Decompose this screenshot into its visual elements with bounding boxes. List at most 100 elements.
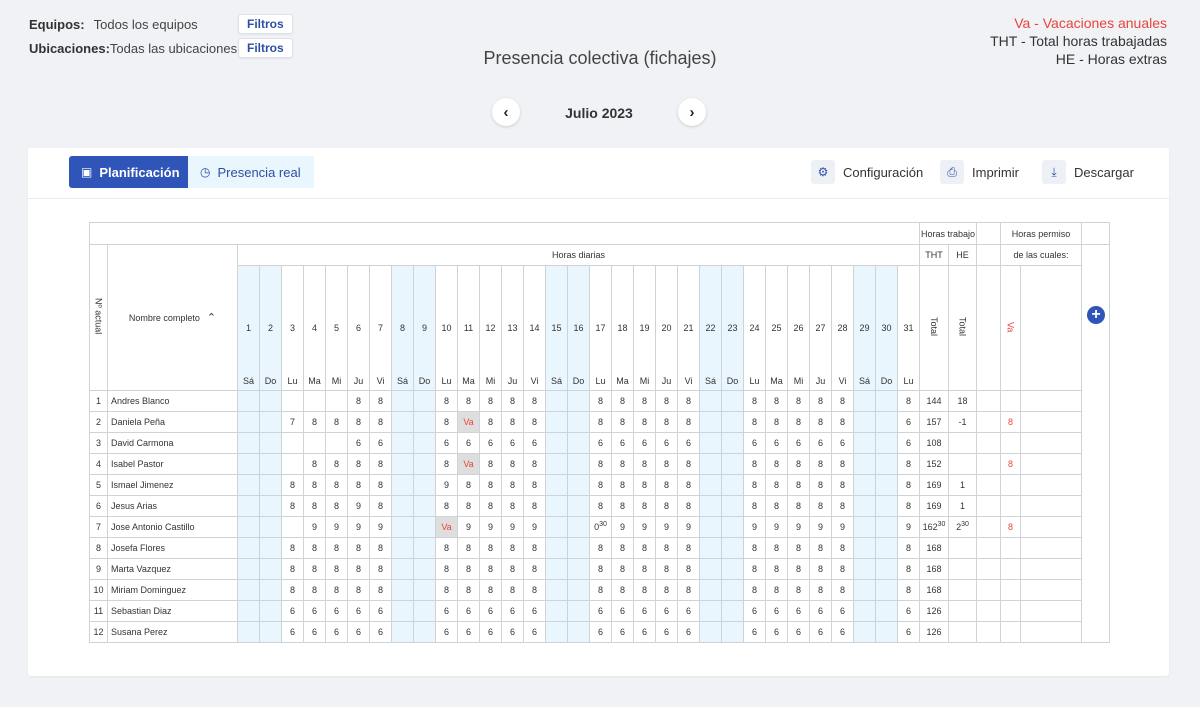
day-hours-cell[interactable]: 8 (809, 495, 832, 517)
day-hours-cell[interactable]: 8 (369, 453, 392, 475)
employee-name[interactable]: Isabel Pastor (107, 453, 238, 475)
day-hours-cell[interactable]: 8 (281, 558, 304, 580)
day-hours-cell[interactable]: 8 (369, 537, 392, 559)
day-hours-cell[interactable]: 8 (765, 474, 788, 496)
day-hours-cell[interactable] (259, 432, 282, 454)
day-hours-cell[interactable] (237, 537, 260, 559)
day-hours-cell[interactable]: 8 (611, 453, 634, 475)
day-hours-cell[interactable] (721, 558, 744, 580)
day-hours-cell[interactable]: 6 (765, 432, 788, 454)
day-hours-cell[interactable]: 8 (611, 579, 634, 601)
day-hours-cell[interactable]: 8 (457, 579, 480, 601)
day-hours-cell[interactable]: 8 (501, 474, 524, 496)
day-hours-cell[interactable]: 8 (479, 390, 502, 412)
day-hours-cell[interactable]: 6 (281, 600, 304, 622)
day-hours-cell[interactable] (721, 537, 744, 559)
day-hours-cell[interactable]: 6 (677, 432, 700, 454)
day-hours-cell[interactable]: 9 (787, 516, 810, 538)
day-hours-cell[interactable]: 6 (831, 621, 854, 643)
day-hours-cell[interactable]: 9 (325, 516, 348, 538)
day-hours-cell[interactable] (325, 432, 348, 454)
day-hours-cell[interactable]: 8 (325, 579, 348, 601)
day-hours-cell[interactable]: 8 (479, 474, 502, 496)
day-hours-cell[interactable] (545, 558, 568, 580)
day-hours-cell[interactable]: 6 (809, 432, 832, 454)
day-hours-cell[interactable]: 8 (589, 474, 612, 496)
day-hours-cell[interactable] (721, 432, 744, 454)
day-hours-cell[interactable]: 8 (435, 558, 458, 580)
day-hours-cell[interactable]: 6 (347, 621, 370, 643)
day-hours-cell[interactable]: 8 (303, 411, 326, 433)
day-hours-cell[interactable] (699, 579, 722, 601)
next-month-button[interactable]: › (678, 98, 706, 126)
day-hours-cell[interactable]: 6 (479, 621, 502, 643)
day-hours-cell[interactable]: 8 (787, 558, 810, 580)
day-hours-cell[interactable]: 8 (347, 390, 370, 412)
day-hours-cell[interactable]: 8 (325, 474, 348, 496)
employee-name[interactable]: Josefa Flores (107, 537, 238, 559)
day-hours-cell[interactable]: 8 (501, 390, 524, 412)
day-hours-cell[interactable]: 8 (303, 579, 326, 601)
day-hours-cell[interactable]: 9 (479, 516, 502, 538)
day-hours-cell[interactable]: 6 (347, 600, 370, 622)
day-hours-cell[interactable] (391, 621, 414, 643)
day-hours-cell[interactable] (699, 600, 722, 622)
day-hours-cell[interactable]: 8 (457, 390, 480, 412)
day-hours-cell[interactable]: 8 (347, 453, 370, 475)
day-hours-cell[interactable]: 9 (523, 516, 546, 538)
day-hours-cell[interactable]: 6 (633, 621, 656, 643)
day-hours-cell[interactable] (567, 516, 590, 538)
day-hours-cell[interactable]: 8 (303, 453, 326, 475)
day-hours-cell[interactable]: 8 (589, 411, 612, 433)
employee-name[interactable]: Sebastian Diaz (107, 600, 238, 622)
day-hours-cell[interactable]: 8 (633, 390, 656, 412)
day-hours-cell[interactable]: 6 (611, 621, 634, 643)
day-hours-cell[interactable]: 8 (589, 579, 612, 601)
day-hours-cell[interactable]: 6 (281, 621, 304, 643)
day-hours-cell[interactable]: 8 (589, 453, 612, 475)
day-hours-cell[interactable] (413, 558, 436, 580)
day-hours-cell[interactable]: 8 (831, 390, 854, 412)
day-hours-cell[interactable]: 8 (633, 453, 656, 475)
day-hours-cell[interactable] (259, 516, 282, 538)
day-hours-cell[interactable]: 9 (677, 516, 700, 538)
day-hours-cell[interactable]: 8 (523, 558, 546, 580)
day-hours-cell[interactable] (721, 600, 744, 622)
day-hours-cell[interactable]: 8 (281, 537, 304, 559)
day-hours-cell[interactable]: 6 (633, 432, 656, 454)
day-hours-cell[interactable]: 8 (501, 558, 524, 580)
day-hours-cell[interactable]: 8 (677, 390, 700, 412)
day-hours-cell[interactable]: 6 (435, 432, 458, 454)
day-hours-cell[interactable]: 8 (611, 495, 634, 517)
day-hours-cell[interactable] (853, 495, 876, 517)
day-hours-cell[interactable]: 8 (457, 474, 480, 496)
day-hours-cell[interactable]: 6 (787, 600, 810, 622)
day-hours-cell[interactable] (303, 390, 326, 412)
day-hours-cell[interactable] (391, 600, 414, 622)
day-hours-cell[interactable]: 8 (501, 453, 524, 475)
day-hours-cell[interactable]: 6 (787, 432, 810, 454)
day-hours-cell[interactable] (567, 453, 590, 475)
day-hours-cell[interactable] (413, 453, 436, 475)
day-hours-cell[interactable]: 9 (743, 516, 766, 538)
day-hours-cell[interactable]: 8 (633, 474, 656, 496)
day-hours-cell[interactable]: 030 (589, 516, 612, 538)
day-hours-cell[interactable]: 6 (809, 621, 832, 643)
day-hours-cell[interactable] (413, 621, 436, 643)
day-hours-cell[interactable]: 6 (523, 432, 546, 454)
day-hours-cell[interactable]: 8 (765, 411, 788, 433)
day-hours-cell[interactable] (699, 537, 722, 559)
day-hours-cell[interactable]: 6 (589, 621, 612, 643)
day-hours-cell[interactable]: 8 (501, 495, 524, 517)
day-hours-cell[interactable]: 6 (743, 600, 766, 622)
day-hours-cell[interactable]: Va (457, 411, 480, 433)
day-hours-cell[interactable]: 8 (655, 558, 678, 580)
day-hours-cell[interactable] (853, 537, 876, 559)
day-hours-cell[interactable]: 8 (831, 579, 854, 601)
day-hours-cell[interactable] (413, 432, 436, 454)
day-hours-cell[interactable]: 8 (655, 537, 678, 559)
day-hours-cell[interactable] (413, 516, 436, 538)
day-hours-cell[interactable]: 8 (677, 495, 700, 517)
day-hours-cell[interactable] (391, 474, 414, 496)
day-hours-cell[interactable] (237, 411, 260, 433)
